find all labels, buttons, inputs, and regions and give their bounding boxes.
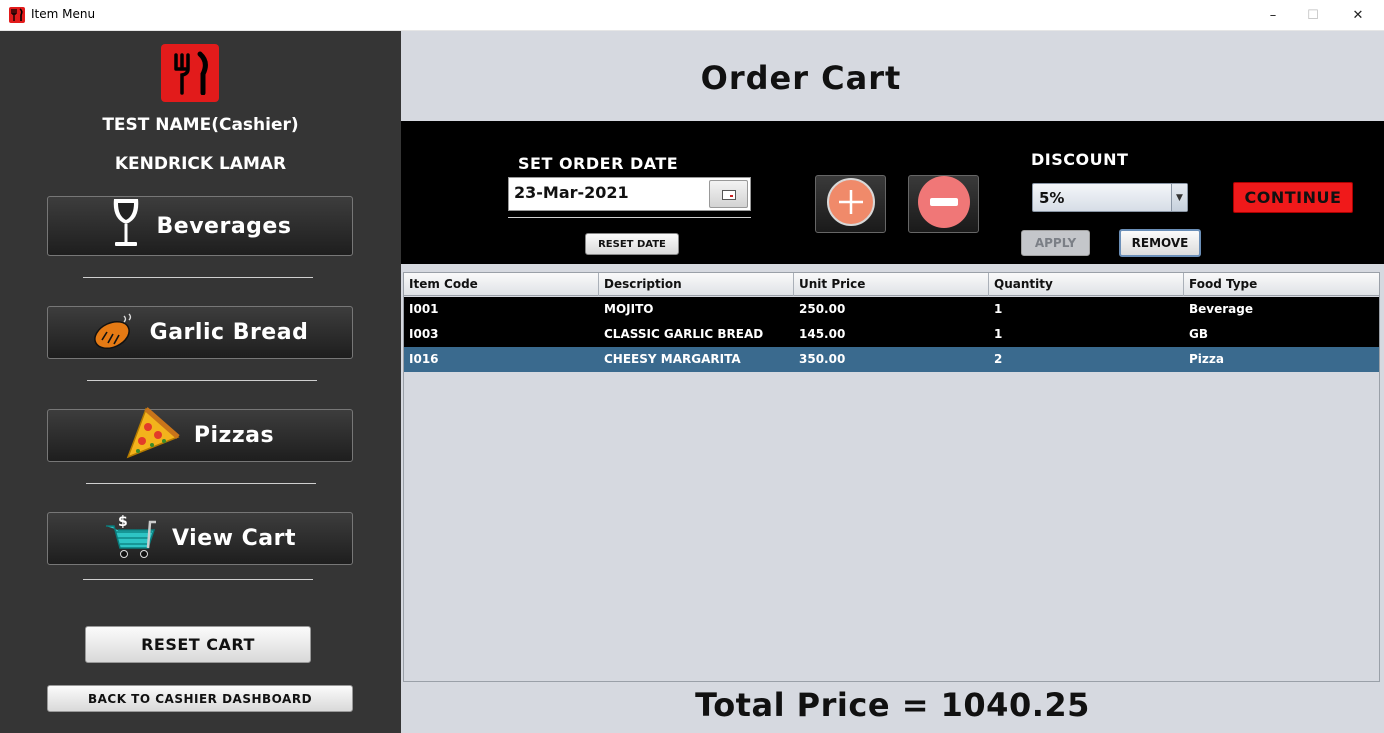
view-cart-label: View Cart	[172, 526, 296, 551]
order-toolbar: SET ORDER DATE 23-Mar-2021 RESET DATE DI…	[401, 121, 1384, 264]
cell-quantity: 1	[994, 302, 1003, 316]
chevron-down-icon: ▼	[1171, 184, 1187, 211]
divider	[83, 277, 313, 278]
cell-food-type: Beverage	[1189, 302, 1253, 316]
order-date-field[interactable]: 23-Mar-2021	[508, 177, 751, 211]
column-header-item-code[interactable]: Item Code	[404, 273, 599, 296]
cell-description: CLASSIC GARLIC BREAD	[604, 327, 764, 341]
cell-unit-price: 145.00	[799, 327, 846, 341]
calendar-picker-button[interactable]	[709, 180, 748, 208]
pizzas-label: Pizzas	[193, 423, 275, 448]
cart-table[interactable]: Item Code Description Unit Price Quantit…	[403, 272, 1380, 682]
decrease-quantity-button[interactable]	[908, 175, 979, 233]
cell-quantity: 1	[994, 327, 1003, 341]
cell-item-code: I003	[409, 327, 439, 341]
wine-glass-icon	[109, 197, 143, 255]
order-date-label: SET ORDER DATE	[518, 154, 679, 173]
column-header-quantity[interactable]: Quantity	[989, 273, 1184, 296]
garlic-bread-button[interactable]: Garlic Bread	[47, 306, 353, 359]
shopping-cart-icon: $	[104, 512, 158, 566]
close-icon[interactable]: ✕	[1335, 0, 1381, 31]
beverages-button[interactable]: Beverages	[47, 196, 353, 256]
divider	[86, 483, 316, 484]
restaurant-logo-icon	[9, 7, 25, 23]
cashier-name-label: KENDRICK LAMAR	[114, 154, 287, 174]
cell-unit-price: 250.00	[799, 302, 846, 316]
apply-discount-button[interactable]: APPLY	[1021, 230, 1090, 256]
calendar-icon	[721, 185, 736, 204]
page-title: Order Cart	[700, 59, 902, 97]
beverages-label: Beverages	[156, 213, 292, 239]
svg-text:$: $	[118, 514, 128, 530]
order-date-value: 23-Mar-2021	[514, 183, 629, 202]
cell-item-code: I001	[409, 302, 439, 316]
reset-cart-button[interactable]: RESET CART	[85, 626, 311, 663]
table-header: Item Code Description Unit Price Quantit…	[404, 273, 1379, 296]
cell-food-type: GB	[1189, 327, 1208, 341]
reset-date-button[interactable]: RESET DATE	[585, 233, 679, 255]
minus-circle-icon	[917, 175, 971, 233]
maximize-icon[interactable]: ☐	[1290, 0, 1336, 31]
divider	[508, 217, 751, 218]
main-panel: Order Cart SET ORDER DATE 23-Mar-2021 RE…	[401, 31, 1384, 733]
cell-food-type: Pizza	[1189, 352, 1224, 366]
column-header-food-type[interactable]: Food Type	[1184, 273, 1379, 296]
continue-button[interactable]: CONTINUE	[1233, 182, 1353, 213]
fork-knife-logo-icon	[161, 44, 219, 102]
divider	[87, 380, 317, 381]
pizzas-button[interactable]: Pizzas	[47, 406, 353, 465]
plus-circle-icon	[826, 177, 876, 231]
view-cart-button[interactable]: $ View Cart	[47, 512, 353, 565]
cell-item-code: I016	[409, 352, 439, 366]
discount-value: 5%	[1039, 189, 1065, 207]
cell-description: MOJITO	[604, 302, 654, 316]
back-to-dashboard-button[interactable]: BACK TO CASHIER DASHBOARD	[47, 685, 353, 712]
column-header-unit-price[interactable]: Unit Price	[794, 273, 989, 296]
pizza-slice-icon	[126, 406, 180, 465]
table-row-selected[interactable]: I016 CHEESY MARGARITA 350.00 2 Pizza	[404, 347, 1379, 372]
bread-icon	[92, 310, 136, 356]
total-price-label: Total Price = 1040.25	[695, 686, 1090, 724]
garlic-bread-label: Garlic Bread	[149, 320, 309, 345]
window-titlebar: Item Menu – ☐ ✕	[0, 0, 1384, 31]
remove-discount-button[interactable]: REMOVE	[1119, 229, 1201, 257]
table-row[interactable]: I003 CLASSIC GARLIC BREAD 145.00 1 GB	[404, 322, 1379, 347]
cell-unit-price: 350.00	[799, 352, 846, 366]
discount-label: DISCOUNT	[1031, 150, 1129, 169]
column-header-description[interactable]: Description	[599, 273, 794, 296]
cell-quantity: 2	[994, 352, 1003, 366]
user-role-label: TEST NAME(Cashier)	[102, 115, 299, 135]
table-row[interactable]: I001 MOJITO 250.00 1 Beverage	[404, 297, 1379, 322]
increase-quantity-button[interactable]	[815, 175, 886, 233]
sidebar: TEST NAME(Cashier) KENDRICK LAMAR Bevera…	[0, 31, 401, 733]
discount-select[interactable]: 5% ▼	[1032, 183, 1188, 212]
cell-description: CHEESY MARGARITA	[604, 352, 741, 366]
divider	[83, 579, 313, 580]
window-title: Item Menu	[31, 7, 96, 21]
